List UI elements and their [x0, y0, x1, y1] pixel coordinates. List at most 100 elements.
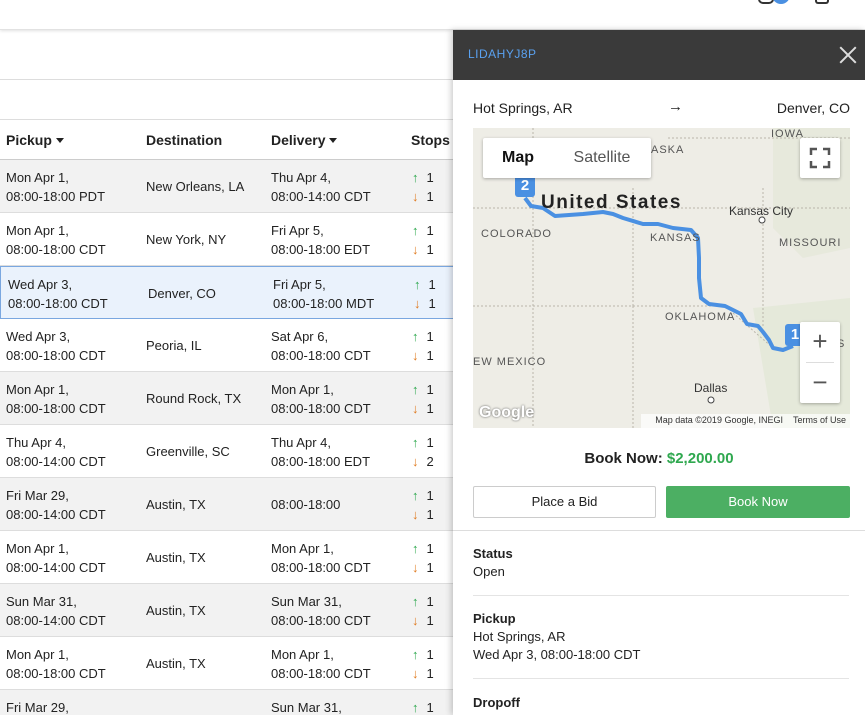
dropoff-stop-count: 1: [428, 296, 436, 311]
stops-cell: ↑ 1 ↓ 1: [412, 327, 434, 365]
dropoff-stop-count: 1: [426, 401, 434, 416]
divider: [473, 595, 849, 596]
table-row[interactable]: Mon Apr 1, 08:00-18:00 CDT Round Rock, TX M…: [0, 372, 455, 425]
delivery-cell: Sat Apr 6, 08:00-18:00 CDT: [271, 327, 371, 365]
destination-cell: Austin, TX: [146, 603, 206, 618]
pickup-arrow-icon: ↑: [412, 488, 419, 503]
destination-cell: Austin, TX: [146, 656, 206, 671]
pickup-stop-count: 1: [426, 541, 434, 556]
table-row[interactable]: Sun Mar 31, 08:00-14:00 CDT Austin, TX Sun …: [0, 584, 455, 637]
cart-icon[interactable]: [815, 0, 829, 4]
table-row[interactable]: Mon Apr 1, 08:00-18:00 CDT Austin, TX Mon A…: [0, 637, 455, 690]
pickup-day: Thu Apr 4,: [6, 435, 66, 450]
arrow-right-icon: →: [668, 98, 683, 115]
pickup-time: 08:00-18:00 CDT: [8, 296, 108, 311]
map-label-nebraska: ASKA: [651, 144, 685, 156]
place-bid-button[interactable]: Place a Bid: [473, 486, 656, 518]
dropoff-arrow-icon: ↓: [412, 189, 419, 204]
delivery-cell: Mon Apr 1, 08:00-18:00 CDT: [271, 380, 371, 418]
map-label-kansas: KANSAS: [650, 232, 701, 244]
column-header-destination: Destination: [146, 132, 223, 148]
pickup-cell: Wed Apr 3, 08:00-18:00 CDT: [8, 275, 108, 313]
stops-cell: ↑ 1 ↓ 1: [412, 539, 434, 577]
delivery-day: Thu Apr 4,: [271, 435, 331, 450]
route-summary: Hot Springs, AR → Denver, CO: [453, 80, 865, 128]
pickup-section: Pickup Hot Springs, AR Wed Apr 3, 08:00-…: [473, 610, 640, 664]
top-bar: [0, 0, 865, 30]
delivery-cell: 08:00-18:00: [271, 495, 340, 514]
pickup-time: 08:00-18:00 CDT: [6, 348, 106, 363]
delivery-time: 08:00-18:00 EDT: [271, 242, 371, 257]
satellite-view-button[interactable]: Satellite: [553, 138, 651, 178]
route-map[interactable]: IOWA ASKA United States Kansas City COLO…: [473, 128, 850, 428]
table-row[interactable]: Wed Apr 3, 08:00-18:00 CDT Denver, CO Fri A…: [0, 266, 455, 319]
column-header-delivery[interactable]: Delivery: [271, 132, 338, 148]
delivery-time: 08:00-18:00 CDT: [271, 348, 371, 363]
table-row[interactable]: Mon Apr 1, 08:00-18:00 CDT New York, NY Fri…: [0, 213, 455, 266]
delivery-day: Fri Apr 5,: [271, 223, 324, 238]
notification-badge: [772, 0, 790, 4]
close-icon[interactable]: [839, 46, 857, 64]
dropoff-stop-count: 1: [426, 189, 434, 204]
pickup-arrow-icon: ↑: [412, 594, 419, 609]
destination-cell: Round Rock, TX: [146, 391, 242, 406]
book-now-button[interactable]: Book Now: [666, 486, 850, 518]
delivery-cell: Thu Apr 4, 08:00-18:00 EDT: [271, 433, 370, 471]
pickup-day: Mon Apr 1,: [6, 223, 69, 238]
delivery-time: 08:00-18:00 MDT: [273, 296, 375, 311]
pickup-arrow-icon: ↑: [412, 435, 419, 450]
zoom-out-button[interactable]: −: [800, 363, 840, 403]
pickup-stop-count: 1: [426, 594, 434, 609]
dropoff-stop-count: 1: [426, 666, 434, 681]
delivery-time: 08:00-18:00 CDT: [271, 666, 371, 681]
pickup-time: 08:00-14:00 CDT: [6, 560, 106, 575]
route-origin: Hot Springs, AR: [473, 100, 573, 116]
delivery-day: Sat Apr 6,: [271, 329, 329, 344]
column-header-pickup[interactable]: Pickup: [6, 132, 64, 148]
terms-of-use-link[interactable]: Terms of Use: [793, 415, 846, 425]
stops-cell: ↑ 1 ↓ 1: [412, 645, 434, 683]
pickup-stop-count: 1: [426, 329, 434, 344]
price-value: $2,200.00: [666, 450, 734, 467]
map-view-button[interactable]: Map: [483, 138, 553, 178]
map-label-missouri: MISSOURI: [779, 237, 842, 249]
dropoff-stop-count: 1: [426, 613, 434, 628]
pickup-label: Pickup: [473, 611, 516, 626]
dropoff-arrow-icon: ↓: [412, 348, 419, 363]
pickup-cell: Mon Apr 1, 08:00-18:00 CDT: [6, 645, 106, 683]
table-row[interactable]: Mon Apr 1, 08:00-14:00 CDT Austin, TX Mon A…: [0, 531, 455, 584]
dropoff-stop-count: 1: [426, 242, 434, 257]
pickup-stop-count: 1: [426, 170, 434, 185]
map-marker-destination[interactable]: 2: [515, 175, 535, 197]
destination-cell: Greenville, SC: [146, 444, 230, 459]
pickup-stop-count: 1: [426, 223, 434, 238]
route-destination: Denver, CO: [776, 100, 850, 116]
pickup-arrow-icon: ↑: [412, 700, 419, 715]
dropoff-section: Dropoff: [473, 694, 520, 712]
table-row[interactable]: Wed Apr 3, 08:00-18:00 CDT Peoria, IL Sat A…: [0, 319, 455, 372]
pickup-day: Mon Apr 1,: [6, 382, 69, 397]
table-row[interactable]: Fri Mar 29, Sun Mar 31, ↑ 1: [0, 690, 455, 715]
pickup-cell: Mon Apr 1, 08:00-14:00 CDT: [6, 539, 106, 577]
map-type-toggle: Map Satellite: [483, 138, 651, 178]
google-logo: Google: [479, 404, 535, 421]
delivery-cell: Thu Apr 4, 08:00-14:00 CDT: [271, 168, 371, 206]
pickup-arrow-icon: ↑: [414, 277, 421, 292]
table-row[interactable]: Mon Apr 1, 08:00-18:00 PDT New Orleans, LA…: [0, 160, 455, 213]
dropoff-arrow-icon: ↓: [412, 613, 419, 628]
map-label-oklahoma: OKLAHOMA: [665, 311, 736, 323]
delivery-cell: Fri Apr 5, 08:00-18:00 EDT: [271, 221, 370, 259]
dropoff-stop-count: 1: [426, 507, 434, 522]
book-now-label: Book Now:: [584, 450, 663, 467]
chat-icon[interactable]: [758, 0, 774, 4]
table-row[interactable]: Thu Apr 4, 08:00-14:00 CDT Greenville, SC T…: [0, 425, 455, 478]
map-label-united-states: United States: [541, 192, 682, 213]
map-data-credit: Map data ©2019 Google, INEGI: [655, 415, 783, 425]
table-row[interactable]: Fri Mar 29, 08:00-14:00 CDT Austin, TX 08:0…: [0, 478, 455, 531]
fullscreen-icon[interactable]: [800, 138, 840, 178]
pickup-stop-count: 1: [426, 700, 434, 715]
pickup-time: 08:00-14:00 CDT: [6, 454, 106, 469]
pickup-time: 08:00-18:00 CDT: [6, 401, 106, 416]
zoom-in-button[interactable]: +: [800, 322, 840, 362]
delivery-time: 08:00-18:00: [271, 497, 341, 512]
